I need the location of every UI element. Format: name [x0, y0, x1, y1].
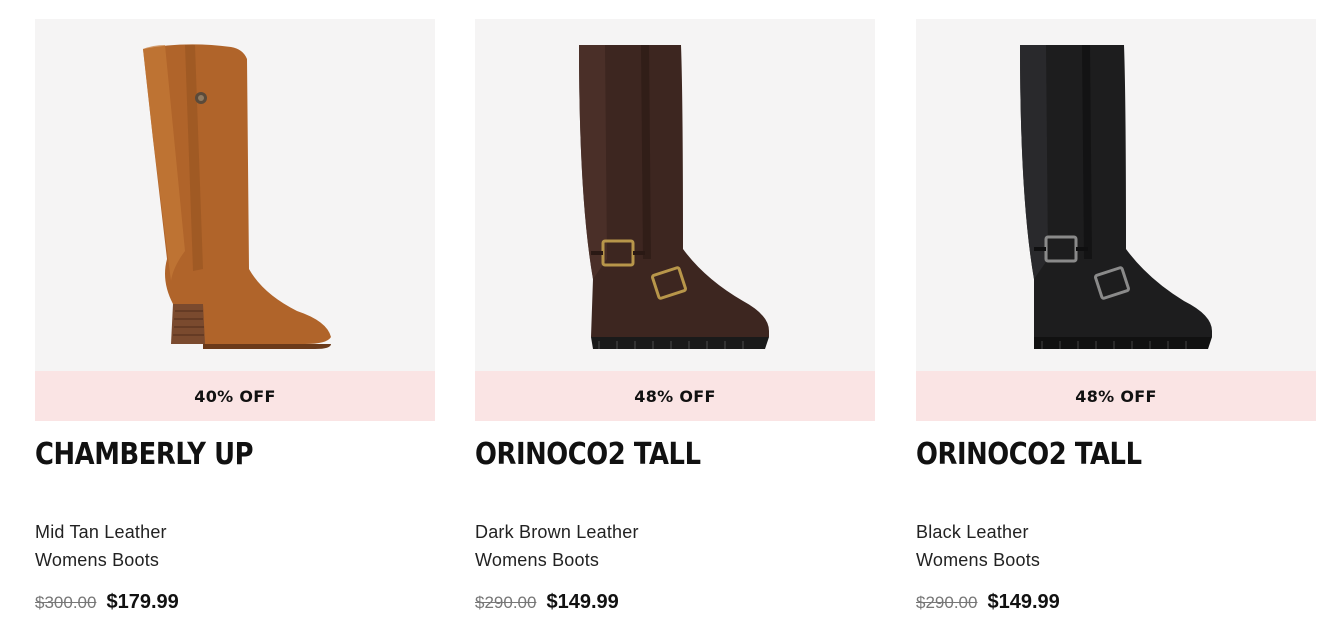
product-image[interactable] [916, 19, 1316, 371]
boot-icon [579, 45, 769, 349]
product-description: Dark Brown Leather Womens Boots [475, 518, 639, 574]
product-category: Womens Boots [916, 550, 1041, 570]
product-name[interactable]: ORINOCO2 TALL [916, 437, 1142, 472]
original-price: $300.00 [35, 593, 97, 612]
product-image[interactable] [475, 19, 875, 371]
discount-badge: 48% OFF [916, 371, 1316, 421]
original-price: $290.00 [475, 593, 537, 612]
price-row: $300.00 $179.99 [35, 591, 179, 614]
product-grid: 40% OFF CHAMBERLY UP Mid Tan Leather Wom… [0, 0, 1324, 621]
boot-icon [143, 44, 331, 349]
product-card[interactable]: 48% OFF ORINOCO2 TALL Dark Brown Leather… [475, 19, 875, 621]
product-name[interactable]: CHAMBERLY UP [35, 437, 254, 472]
sale-price: $149.99 [546, 591, 619, 613]
discount-badge: 48% OFF [475, 371, 875, 421]
price-row: $290.00 $149.99 [475, 591, 619, 614]
product-category: Womens Boots [35, 550, 160, 570]
sale-price: $149.99 [987, 591, 1060, 613]
product-description: Mid Tan Leather Womens Boots [35, 518, 167, 574]
product-card[interactable]: 48% OFF ORINOCO2 TALL Black Leather Wome… [916, 19, 1316, 621]
original-price: $290.00 [916, 593, 978, 612]
discount-badge: 40% OFF [35, 371, 435, 421]
product-color: Mid Tan Leather [35, 522, 167, 542]
boot-icon [1020, 45, 1212, 349]
product-name[interactable]: ORINOCO2 TALL [475, 437, 701, 472]
sale-price: $179.99 [106, 591, 179, 613]
product-color: Dark Brown Leather [475, 522, 639, 542]
product-color: Black Leather [916, 522, 1029, 542]
product-description: Black Leather Womens Boots [916, 518, 1040, 574]
product-image[interactable] [35, 19, 435, 371]
product-card[interactable]: 40% OFF CHAMBERLY UP Mid Tan Leather Wom… [35, 19, 435, 621]
product-category: Womens Boots [475, 550, 600, 570]
price-row: $290.00 $149.99 [916, 591, 1060, 614]
